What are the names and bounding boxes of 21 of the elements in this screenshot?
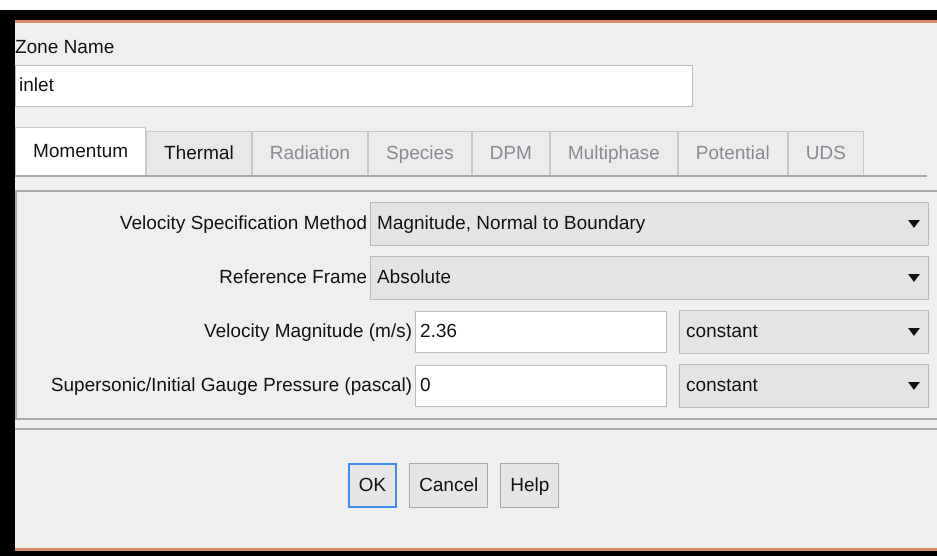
caret-icon — [908, 220, 920, 228]
tab[interactable]: Thermal — [146, 131, 252, 175]
dropdown[interactable]: constant — [679, 364, 929, 408]
field-label: Supersonic/Initial Gauge Pressure (pascal) — [50, 375, 412, 397]
input-field[interactable]: 0 — [415, 365, 667, 407]
caret-icon — [908, 274, 920, 282]
caret-icon — [908, 382, 920, 390]
field-label: Reference Frame — [218, 267, 367, 289]
dropdown[interactable]: Magnitude, Normal to Boundary — [370, 202, 929, 246]
dialog-button[interactable]: Cancel — [409, 463, 488, 508]
tab[interactable]: Momentum — [15, 127, 146, 175]
dropdown[interactable]: constant — [679, 310, 929, 354]
field-label: Zone Name — [15, 37, 114, 59]
zone-name-field[interactable]: inlet — [15, 65, 693, 107]
caret-icon — [908, 328, 920, 336]
dialog-button[interactable]: OK — [348, 463, 398, 508]
input-field[interactable]: 2.36 — [415, 311, 667, 353]
dialog-button[interactable]: Help — [500, 463, 560, 508]
dropdown[interactable]: Absolute — [370, 256, 929, 300]
field-label: Velocity Specification Method — [118, 213, 367, 235]
field-label: Velocity Magnitude (m/s) — [202, 321, 412, 343]
